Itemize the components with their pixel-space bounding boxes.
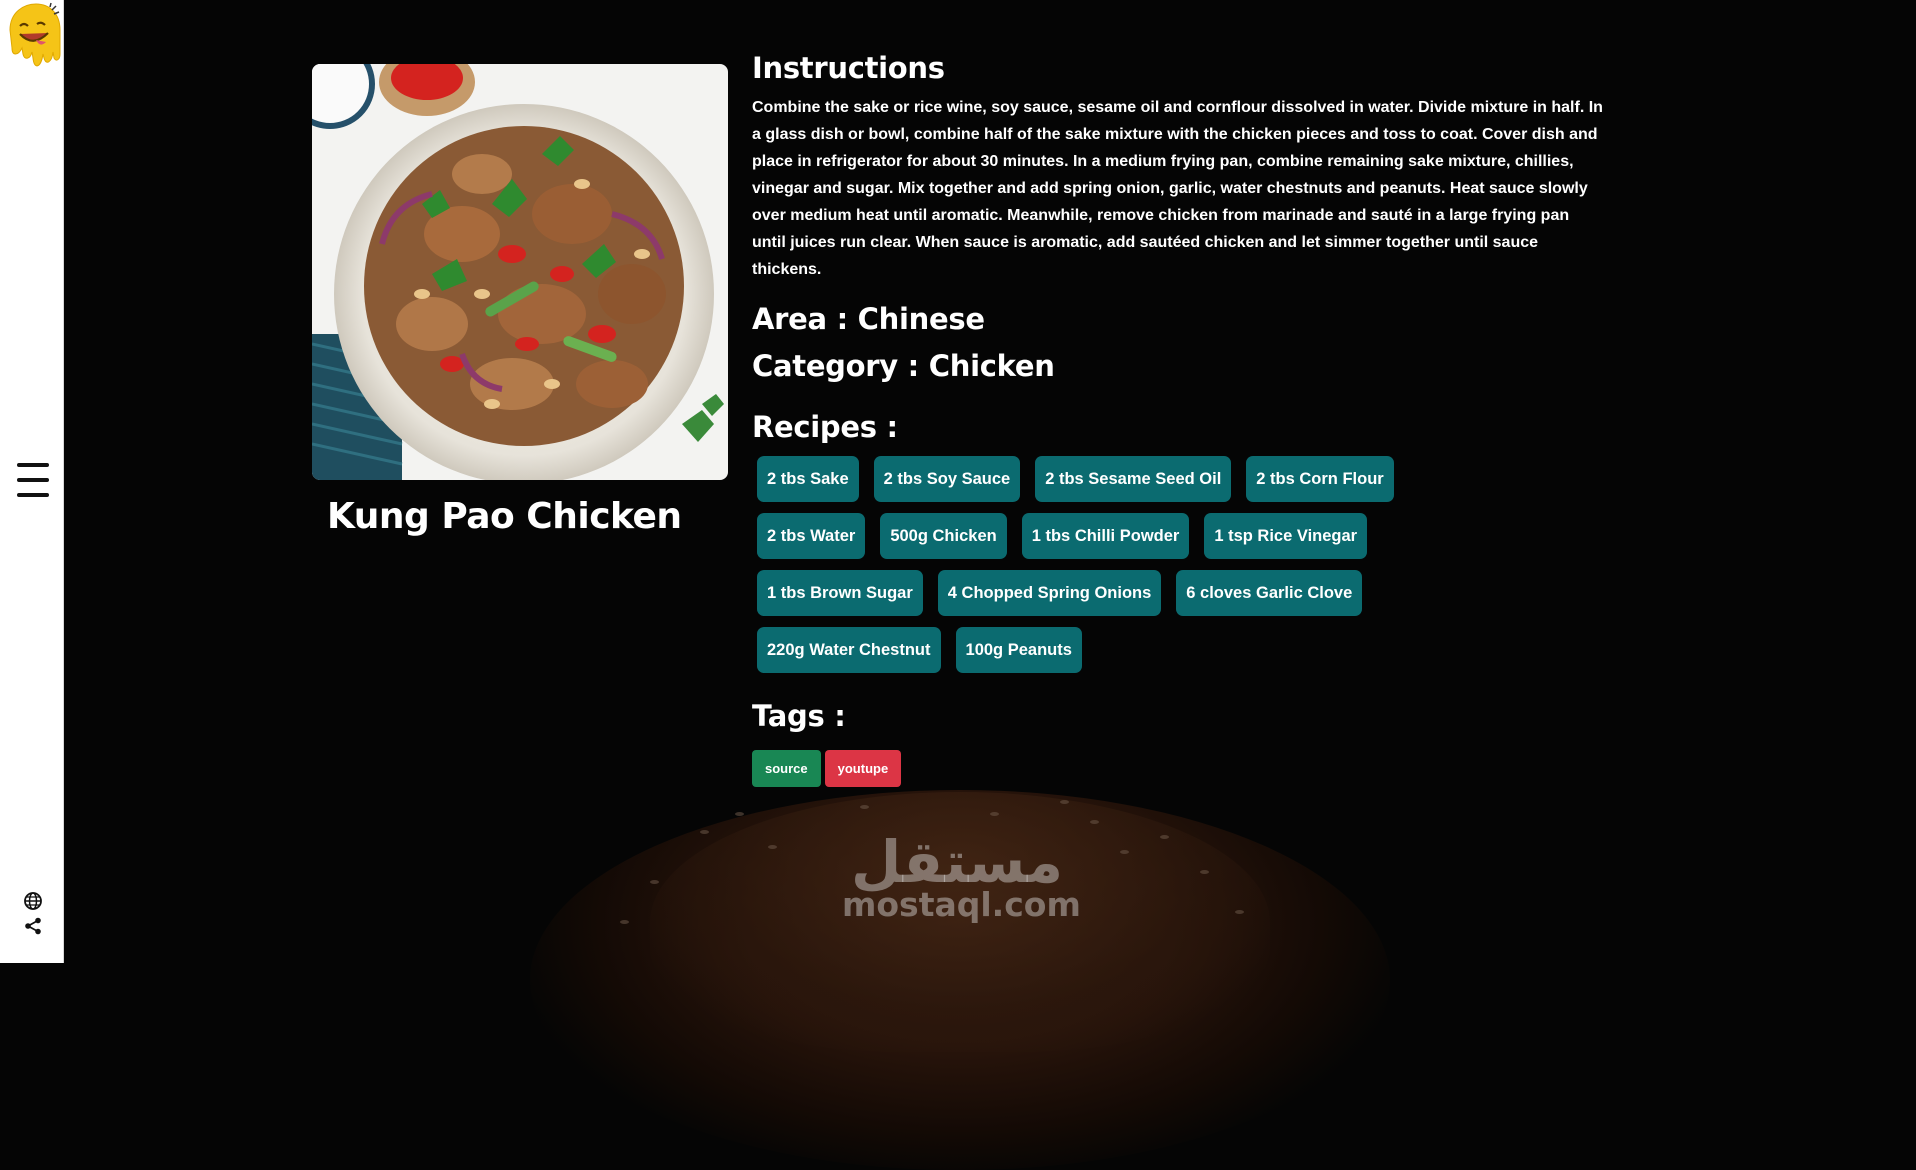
- recipe-badge: 220g Water Chestnut: [757, 627, 941, 673]
- instructions-text: Combine the sake or rice wine, soy sauce…: [752, 99, 1603, 278]
- globe-icon[interactable]: [23, 891, 43, 911]
- meal-name: Kung Pao Chicken: [327, 496, 682, 537]
- meal-image: [312, 64, 728, 480]
- recipe-badge: 4 Chopped Spring Onions: [937, 570, 1162, 616]
- recipes-list: 2 tbs Sake 2 tbs Soy Sauce 2 tbs Sesame …: [752, 456, 1512, 684]
- category-line: Category : Chicken: [752, 349, 1055, 383]
- watermark-arabic: مستقل: [850, 828, 1064, 896]
- sidebar: [0, 0, 64, 963]
- recipe-badge: 100g Peanuts: [955, 627, 1082, 673]
- tags-list: source youtupe: [752, 750, 1607, 787]
- recipe-badge: 6 cloves Garlic Clove: [1176, 570, 1363, 616]
- recipe-badge: 2 tbs Sake: [757, 456, 859, 502]
- meal-details: Instructions Combine the sake or rice wi…: [752, 48, 1607, 787]
- mostaql-watermark: مستقل mostaql.com: [842, 828, 1081, 924]
- hamburger-menu-icon[interactable]: [17, 463, 49, 497]
- youtube-link-button[interactable]: youtupe: [824, 750, 902, 787]
- smiley-drip-logo-icon[interactable]: [6, 2, 62, 72]
- recipe-badge: 2 tbs Soy Sauce: [873, 456, 1021, 502]
- recipe-badge: 1 tsp Rice Vinegar: [1204, 513, 1368, 559]
- recipes-heading: Recipes :: [752, 410, 898, 444]
- recipe-badge: 500g Chicken: [880, 513, 1007, 559]
- recipe-badge: 2 tbs Water: [757, 513, 866, 559]
- recipe-badge: 1 tbs Chilli Powder: [1021, 513, 1190, 559]
- source-link-button[interactable]: source: [752, 750, 821, 787]
- area-line: Area : Chinese: [752, 302, 985, 336]
- recipe-badge: 1 tbs Brown Sugar: [757, 570, 923, 616]
- recipe-badge: 2 tbs Corn Flour: [1246, 456, 1394, 502]
- share-icon[interactable]: [24, 917, 42, 935]
- recipe-badge: 2 tbs Sesame Seed Oil: [1035, 456, 1232, 502]
- watermark-latin: mostaql.com: [842, 885, 1081, 924]
- instructions-heading: Instructions: [752, 51, 945, 85]
- tags-heading: Tags :: [752, 699, 846, 733]
